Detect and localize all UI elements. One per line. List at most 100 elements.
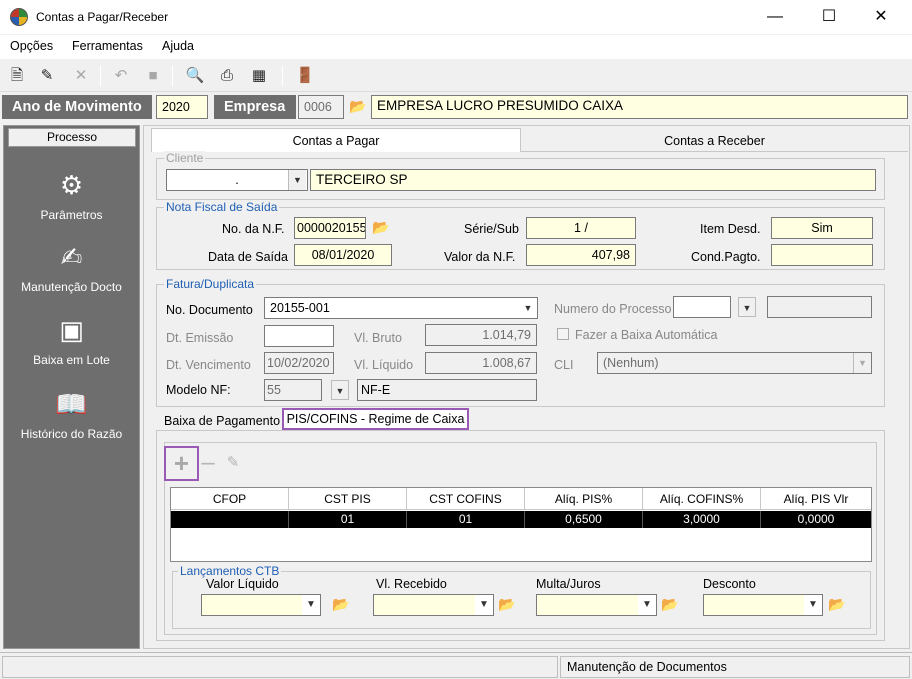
- baixa-automatica-label: Fazer a Baixa Automática: [575, 328, 718, 342]
- tab-baixa-pagamento[interactable]: Baixa de Pagamento: [164, 411, 280, 431]
- sidebar-item-label: Histórico do Razão: [20, 427, 123, 441]
- header-row: Ano de Movimento 2020 Empresa 0006 📂 EMP…: [0, 93, 912, 122]
- cli-combo[interactable]: (Nenhum): [597, 352, 872, 374]
- emissao-label: Dt. Emissão: [166, 331, 234, 345]
- modelo-code-field[interactable]: 55: [264, 379, 322, 401]
- status-left: [2, 656, 558, 678]
- empresa-code-field[interactable]: 0006: [298, 95, 344, 119]
- exit-icon[interactable]: 🚪: [294, 65, 316, 87]
- tab-contas-receber[interactable]: Contas a Receber: [521, 128, 908, 152]
- baixa-automatica-checkbox[interactable]: [557, 328, 569, 340]
- table-row[interactable]: [171, 511, 289, 528]
- item-desd-field[interactable]: Sim: [771, 217, 873, 239]
- sidebar-title: Processo: [8, 128, 136, 147]
- batch-print-icon[interactable]: ▦: [248, 65, 270, 87]
- menu-ferramentas[interactable]: Ferramentas: [72, 39, 143, 53]
- tab-pis-cofins[interactable]: PIS/COFINS - Regime de Caixa: [282, 408, 469, 430]
- table-row[interactable]: 01: [407, 511, 525, 528]
- grid-header-aliq-pis[interactable]: Alíq. PIS%: [525, 488, 643, 510]
- print-icon[interactable]: ⎙: [216, 65, 238, 87]
- cliente-code-value: .: [235, 173, 239, 187]
- valor-nf-label: Valor da N.F.: [444, 250, 516, 264]
- ano-field[interactable]: 2020: [156, 95, 208, 119]
- serie-label: Série/Sub: [464, 222, 519, 236]
- sidebar-item-baixa-lote[interactable]: ▣ Baixa em Lote: [4, 313, 139, 367]
- bruto-field: 1.014,79: [425, 324, 537, 346]
- nf-field[interactable]: 0000020155: [294, 217, 366, 239]
- cliente-name-field: TERCEIRO SP: [310, 169, 876, 191]
- empresa-folder-icon[interactable]: 📂: [347, 96, 369, 118]
- grid-header-cst-cofins[interactable]: CST COFINS: [407, 488, 525, 510]
- delete-icon[interactable]: ✕: [70, 65, 92, 87]
- grid-header-aliq-pis-vlr[interactable]: Alíq. PIS Vlr: [761, 488, 871, 510]
- serie-field[interactable]: 1 /: [526, 217, 636, 239]
- item-desd-label: Item Desd.: [700, 222, 761, 236]
- new-document-icon[interactable]: 🗎: [6, 65, 28, 87]
- doc-combo[interactable]: 20155-001: [264, 297, 538, 319]
- vencimento-field: 10/02/2020: [264, 352, 334, 374]
- tab-contas-pagar[interactable]: Contas a Pagar: [151, 128, 521, 152]
- tab-contas-receber-label: Contas a Receber: [664, 134, 765, 148]
- tab-contas-pagar-label: Contas a Pagar: [292, 134, 380, 148]
- remove-minus-icon[interactable]: –: [198, 446, 218, 481]
- multa-folder-icon[interactable]: 📂: [659, 594, 681, 616]
- table-row[interactable]: 0,0000: [761, 511, 871, 528]
- cond-pagto-field[interactable]: [771, 244, 873, 266]
- toolbar-separator: [100, 66, 101, 86]
- vl-recebido-label: Vl. Recebido: [376, 577, 447, 591]
- grid-header-aliq-cofins[interactable]: Alíq. COFINS%: [643, 488, 761, 510]
- document-edit-icon: ✍: [60, 242, 83, 272]
- undo-icon[interactable]: ↶: [110, 65, 132, 87]
- menu-ajuda[interactable]: Ajuda: [162, 39, 194, 53]
- add-plus-icon[interactable]: +: [164, 446, 199, 481]
- processo-arrow-icon[interactable]: ▼: [738, 297, 756, 317]
- lancamentos-group-title: Lançamentos CTB: [178, 564, 282, 578]
- doc-combo-arrow-icon[interactable]: ▼: [519, 298, 537, 318]
- sidebar-item-historico[interactable]: 📖 Histórico do Razão: [4, 387, 139, 441]
- table-row[interactable]: 3,0000: [643, 511, 761, 528]
- print-preview-icon[interactable]: 🔍: [184, 65, 206, 87]
- sidebar-item-manutencao[interactable]: ✍ Manutenção Docto: [4, 240, 139, 294]
- liquido-field: 1.008,67: [425, 352, 537, 374]
- grid-header-cfop[interactable]: CFOP: [171, 488, 289, 510]
- pis-cofins-grid[interactable]: CFOP CST PIS CST COFINS Alíq. PIS% Alíq.…: [170, 487, 872, 562]
- emissao-field[interactable]: [264, 325, 334, 347]
- cliente-code-combo[interactable]: .: [166, 169, 308, 191]
- valor-nf-field[interactable]: 407,98: [526, 244, 636, 266]
- data-saida-field[interactable]: 08/01/2020: [294, 244, 392, 266]
- vl-recebido-folder-icon[interactable]: 📂: [496, 594, 518, 616]
- nf-label: No. da N.F.: [222, 222, 285, 236]
- window-title: Contas a Pagar/Receber: [36, 10, 169, 24]
- processo-field[interactable]: [673, 296, 731, 318]
- menu-opcoes[interactable]: Opções: [10, 39, 53, 53]
- valor-liquido-folder-icon[interactable]: 📂: [330, 594, 352, 616]
- table-row[interactable]: 01: [289, 511, 407, 528]
- edit-pencil-icon[interactable]: ✎: [222, 450, 244, 476]
- sidebar-item-parametros[interactable]: ⚙ Parâmetros: [4, 168, 139, 222]
- status-bar: Manutenção de Documentos: [0, 652, 912, 679]
- empresa-name-field: EMPRESA LUCRO PRESUMIDO CAIXA: [371, 95, 908, 119]
- cliente-combo-arrow-icon[interactable]: ▼: [288, 170, 306, 190]
- nota-fiscal-group-title: Nota Fiscal de Saída: [164, 200, 280, 214]
- cli-combo-arrow-icon[interactable]: ▼: [853, 353, 871, 373]
- title-bar: Contas a Pagar/Receber — ☐ ✕: [0, 0, 912, 34]
- nf-folder-icon[interactable]: 📂: [370, 217, 392, 239]
- toolbar: 🗎 ✎ ✕ ↶ ■ 🔍 ⎙ ▦ 🚪: [0, 60, 912, 92]
- grid-header-cst-pis[interactable]: CST PIS: [289, 488, 407, 510]
- app-icon: [10, 8, 28, 26]
- edit-document-icon[interactable]: ✎: [36, 65, 58, 87]
- sidebar-item-label: Baixa em Lote: [33, 353, 110, 367]
- desconto-arrow-icon[interactable]: ▼: [804, 595, 822, 615]
- vl-recebido-arrow-icon[interactable]: ▼: [475, 595, 493, 615]
- minimize-button[interactable]: —: [752, 0, 798, 34]
- table-row[interactable]: 0,6500: [525, 511, 643, 528]
- desconto-folder-icon[interactable]: 📂: [826, 594, 848, 616]
- valor-liquido-arrow-icon[interactable]: ▼: [302, 595, 320, 615]
- maximize-button[interactable]: ☐: [806, 0, 852, 34]
- multa-arrow-icon[interactable]: ▼: [638, 595, 656, 615]
- doc-label: No. Documento: [166, 303, 253, 317]
- stop-icon[interactable]: ■: [142, 65, 164, 87]
- close-button[interactable]: ✕: [858, 0, 904, 34]
- tab-pis-cofins-label: PIS/COFINS - Regime de Caixa: [286, 412, 465, 426]
- modelo-arrow-icon[interactable]: ▼: [331, 380, 349, 400]
